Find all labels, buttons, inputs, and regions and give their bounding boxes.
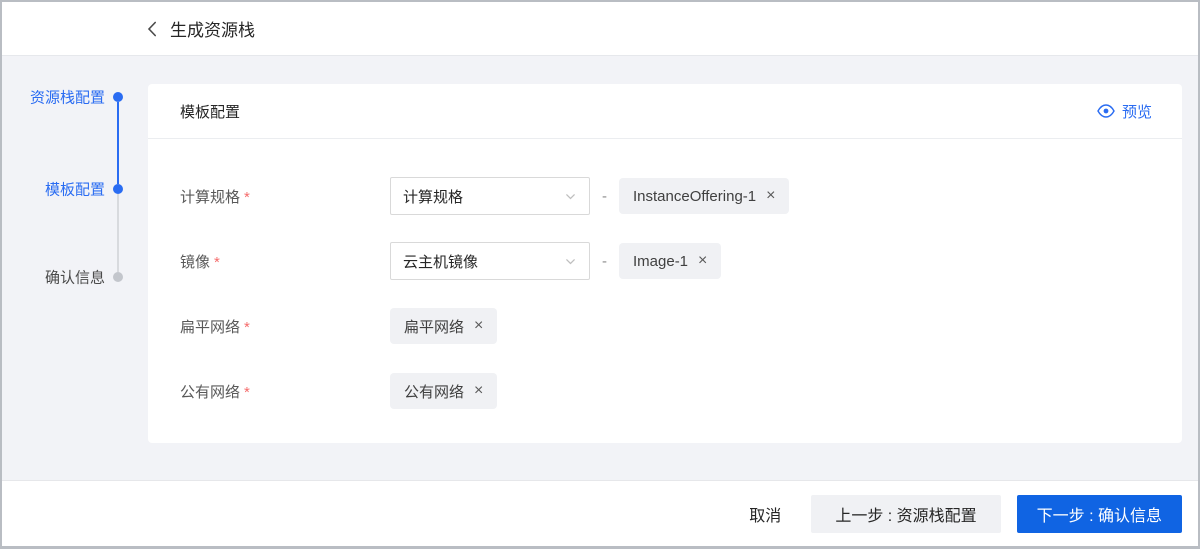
form-row-public-network: 公有网络* 公有网络 ×: [180, 372, 1182, 410]
form-row-instance-offering: 计算规格* 计算规格 - InstanceOffering-1 ×: [180, 177, 1182, 215]
stepper-rail-pending: [117, 194, 119, 272]
flat-network-tag: 扁平网络 ×: [390, 308, 497, 344]
panel-body: 计算规格* 计算规格 - InstanceOffering-1 ×: [148, 139, 1182, 410]
stepper-dot-1: [113, 92, 123, 102]
tag-label: Image-1: [633, 253, 688, 270]
cancel-button[interactable]: 取消: [749, 502, 781, 526]
back-button[interactable]: [147, 21, 157, 37]
page-header: 生成资源栈: [2, 2, 1198, 56]
field-label: 公有网络*: [180, 381, 390, 402]
separator-dash: -: [602, 253, 607, 270]
next-step-button[interactable]: 下一步 : 确认信息: [1017, 495, 1182, 533]
template-config-panel: 模板配置 预览 计算规格* 计算规格: [148, 84, 1182, 443]
public-network-tag: 公有网络 ×: [390, 373, 497, 409]
chevron-down-icon: [564, 255, 577, 268]
stepper: 资源栈配置 模板配置 确认信息: [2, 56, 148, 480]
form-row-flat-network: 扁平网络* 扁平网络 ×: [180, 307, 1182, 345]
field-label: 扁平网络*: [180, 316, 390, 337]
instance-offering-select[interactable]: 计算规格: [390, 177, 590, 215]
previous-step-button[interactable]: 上一步 : 资源栈配置: [811, 495, 1000, 533]
select-value: 云主机镜像: [403, 251, 478, 272]
field-label: 计算规格*: [180, 186, 390, 207]
instance-offering-tag: InstanceOffering-1 ×: [619, 178, 789, 214]
required-asterisk: *: [244, 189, 250, 206]
image-tag: Image-1 ×: [619, 243, 721, 279]
required-asterisk: *: [244, 384, 250, 401]
tag-label: 扁平网络: [404, 316, 464, 337]
field-label: 镜像*: [180, 251, 390, 272]
stepper-item-confirm-info[interactable]: 确认信息: [45, 267, 105, 288]
stepper-item-template-config[interactable]: 模板配置: [45, 179, 105, 200]
remove-tag-icon[interactable]: ×: [474, 318, 483, 334]
image-select[interactable]: 云主机镜像: [390, 242, 590, 280]
chevron-down-icon: [564, 190, 577, 203]
panel-title: 模板配置: [180, 101, 240, 122]
required-asterisk: *: [214, 254, 220, 271]
stepper-item-resource-stack-config[interactable]: 资源栈配置: [30, 87, 105, 108]
chevron-left-icon: [147, 21, 157, 37]
separator-dash: -: [602, 188, 607, 205]
page-body: 资源栈配置 模板配置 确认信息 模板配置 预览: [2, 56, 1198, 480]
preview-label: 预览: [1122, 101, 1152, 122]
generate-resource-stack-page: 生成资源栈 资源栈配置 模板配置 确认信息 模板配置: [0, 0, 1200, 549]
stepper-dot-3: [113, 272, 123, 282]
wizard-footer: 取消 上一步 : 资源栈配置 下一步 : 确认信息: [2, 480, 1198, 546]
tag-label: 公有网络: [404, 381, 464, 402]
preview-link[interactable]: 预览: [1097, 101, 1152, 122]
tag-label: InstanceOffering-1: [633, 188, 756, 205]
form-row-image: 镜像* 云主机镜像 - Image-1 ×: [180, 242, 1182, 280]
select-value: 计算规格: [403, 186, 463, 207]
remove-tag-icon[interactable]: ×: [698, 253, 707, 269]
panel-header: 模板配置 预览: [148, 84, 1182, 139]
eye-icon: [1097, 104, 1115, 118]
remove-tag-icon[interactable]: ×: [766, 188, 775, 204]
stepper-dot-2: [113, 184, 123, 194]
required-asterisk: *: [244, 319, 250, 336]
remove-tag-icon[interactable]: ×: [474, 383, 483, 399]
page-title: 生成资源栈: [170, 16, 255, 41]
stepper-rail-done: [117, 102, 119, 184]
